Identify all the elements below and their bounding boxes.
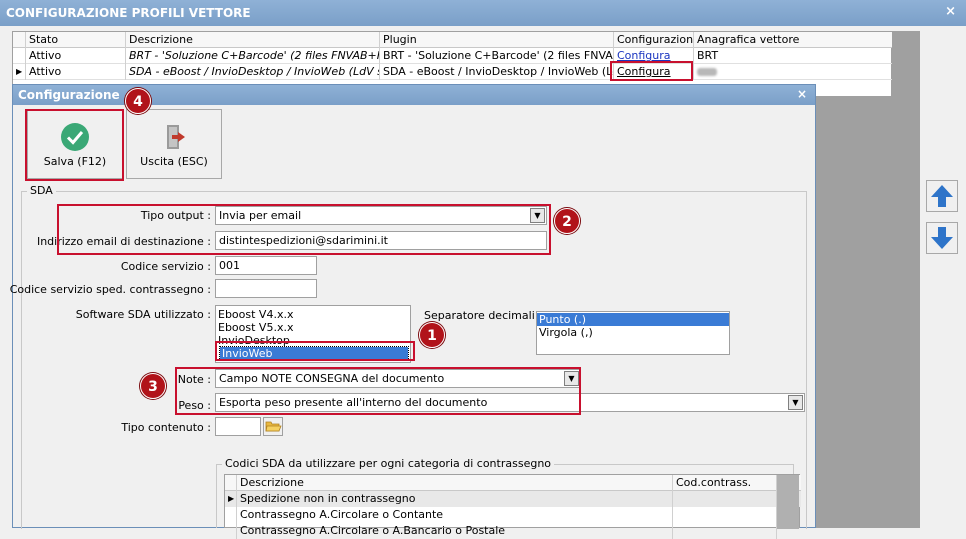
table-row[interactable]: Contrassegno A.Circolare o Contante bbox=[225, 507, 801, 523]
row-indicator-icon: ▶ bbox=[13, 64, 26, 80]
row-plugin: SDA - eBoost / InvioDesktop / InvioWeb (… bbox=[380, 64, 614, 80]
move-down-button[interactable] bbox=[926, 222, 958, 254]
folder-open-icon bbox=[265, 421, 282, 432]
list-item-selected[interactable]: Punto (.) bbox=[537, 313, 729, 326]
sda-group-label: SDA bbox=[27, 184, 56, 197]
annotation-badge-4: 4 bbox=[125, 88, 151, 114]
row-descrizione: SDA - eBoost / InvioDesktop / InvioWeb (… bbox=[126, 64, 380, 80]
move-up-button[interactable] bbox=[926, 180, 958, 212]
col-descrizione[interactable]: Descrizione bbox=[126, 32, 380, 48]
table-row[interactable]: ▶ Spedizione non in contrassegno bbox=[225, 491, 801, 507]
row-stato: Attivo bbox=[26, 48, 126, 64]
row-anagrafica: BRT bbox=[697, 49, 719, 62]
row-descrizione: BRT - 'Soluzione C+Barcode' (2 files FNV… bbox=[126, 48, 380, 64]
codici-grid: Descrizione Cod.contrass. ▶ Spedizione n… bbox=[224, 474, 801, 539]
table-row[interactable]: Contrassegno A.Circolare o A.Bancario o … bbox=[225, 523, 801, 539]
blurred-anagrafica bbox=[697, 68, 717, 76]
browse-button[interactable] bbox=[263, 417, 283, 436]
codici-header: Descrizione Cod.contrass. bbox=[225, 475, 801, 491]
codice-contrassegno-label: Codice servizio sped. contrassegno : bbox=[9, 283, 211, 296]
software-label: Software SDA utilizzato : bbox=[75, 308, 211, 321]
col-descrizione[interactable]: Descrizione bbox=[237, 475, 673, 491]
annotation-box-software bbox=[215, 341, 415, 361]
exit-label: Uscita (ESC) bbox=[140, 155, 208, 168]
annotation-box-output bbox=[57, 204, 551, 255]
row-cod[interactable] bbox=[673, 523, 777, 539]
tipo-contenuto-label: Tipo contenuto : bbox=[121, 421, 211, 434]
table-row[interactable]: Attivo BRT - 'Soluzione C+Barcode' (2 fi… bbox=[13, 48, 893, 64]
list-item[interactable]: Eboost V4.x.x bbox=[216, 308, 410, 321]
codice-servizio-label: Codice servizio : bbox=[120, 260, 211, 273]
annotation-badge-1: 1 bbox=[419, 322, 445, 348]
row-indicator-icon: ▶ bbox=[225, 491, 237, 507]
row-stato: Attivo bbox=[26, 64, 126, 80]
tipo-contenuto-field[interactable] bbox=[215, 417, 261, 436]
list-item[interactable]: Eboost V5.x.x bbox=[216, 321, 410, 334]
row-descrizione: Contrassegno A.Circolare o A.Bancario o … bbox=[237, 523, 673, 539]
grid-empty-area bbox=[816, 97, 892, 528]
codice-contrassegno-field[interactable] bbox=[215, 279, 317, 298]
list-item[interactable]: Virgola (,) bbox=[537, 326, 729, 339]
main-window-title: CONFIGURAZIONE PROFILI VETTORE bbox=[0, 0, 966, 26]
exit-button[interactable]: Uscita (ESC) bbox=[126, 109, 222, 179]
annotation-box-note-peso bbox=[175, 367, 581, 415]
separatore-listbox[interactable]: Punto (.) Virgola (,) bbox=[536, 311, 730, 355]
arrow-up-icon bbox=[931, 185, 953, 207]
side-panel bbox=[892, 31, 920, 528]
codici-scrollbar[interactable] bbox=[777, 475, 799, 529]
row-plugin: BRT - 'Soluzione C+Barcode' (2 files FNV… bbox=[380, 48, 614, 64]
annotation-badge-3: 3 bbox=[140, 373, 166, 399]
row-descrizione: Spedizione non in contrassegno bbox=[237, 491, 673, 507]
main-close-icon[interactable]: × bbox=[945, 4, 956, 19]
codici-group-label: Codici SDA da utilizzare per ogni catego… bbox=[222, 457, 555, 470]
annotation-badge-2: 2 bbox=[554, 208, 580, 234]
grid-header: Stato Descrizione Plugin Configurazione … bbox=[13, 32, 893, 48]
arrow-down-icon bbox=[931, 227, 953, 249]
col-cod-contrass[interactable]: Cod.contrass. bbox=[673, 475, 777, 491]
col-configurazione[interactable]: Configurazione bbox=[614, 32, 694, 48]
annotation-box-configura bbox=[610, 61, 693, 81]
row-cod[interactable] bbox=[673, 507, 777, 523]
codice-servizio-field[interactable]: 001 bbox=[215, 256, 317, 275]
door-exit-icon bbox=[167, 125, 185, 149]
annotation-box-save bbox=[25, 109, 124, 181]
row-descrizione: Contrassegno A.Circolare o Contante bbox=[237, 507, 673, 523]
row-cod[interactable] bbox=[673, 491, 777, 507]
table-row[interactable]: ▶ Attivo SDA - eBoost / InvioDesktop / I… bbox=[13, 64, 893, 80]
separatore-label: Separatore decimali : bbox=[424, 309, 542, 322]
chevron-down-icon[interactable]: ▼ bbox=[788, 395, 803, 410]
col-stato[interactable]: Stato bbox=[26, 32, 126, 48]
col-anagrafica[interactable]: Anagrafica vettore bbox=[694, 32, 893, 48]
col-plugin[interactable]: Plugin bbox=[380, 32, 614, 48]
dialog-close-icon[interactable]: × bbox=[797, 87, 807, 101]
